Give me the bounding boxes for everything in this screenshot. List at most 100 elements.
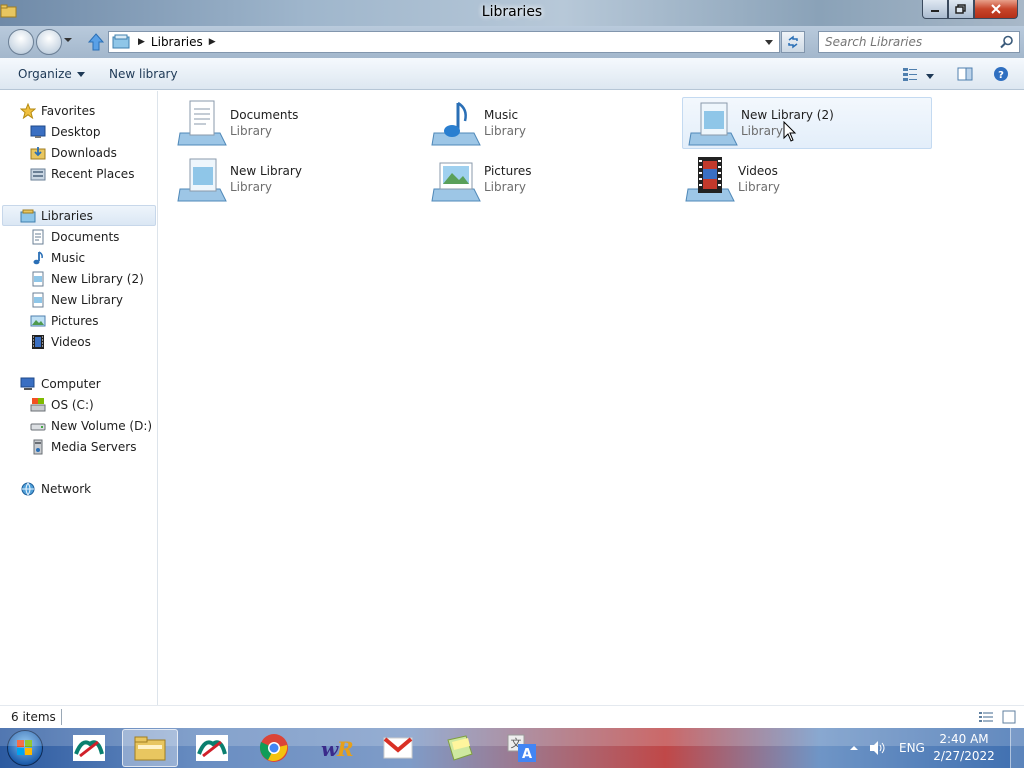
title-bar[interactable]: Libraries	[0, 0, 1024, 26]
nav-downloads-label: Downloads	[51, 145, 117, 160]
nav-music[interactable]: Music	[30, 247, 85, 268]
nav-new-library-label: New Library	[51, 292, 123, 307]
library-tile-music[interactable]: Music Library	[414, 97, 664, 149]
show-hidden-icons-button[interactable]	[849, 728, 859, 768]
search-box[interactable]	[818, 31, 1020, 53]
tile-name: New Library	[230, 164, 302, 178]
close-button[interactable]	[974, 0, 1018, 19]
nav-network-label: Network	[41, 481, 92, 496]
nav-new-library[interactable]: New Library	[30, 289, 123, 310]
back-button[interactable]	[8, 29, 34, 55]
nav-os-c[interactable]: OS (C:)	[30, 394, 94, 415]
address-bar[interactable]: ▶ Libraries ▶	[108, 31, 780, 53]
svg-text:?: ?	[998, 70, 1004, 81]
chrome-icon	[259, 734, 288, 762]
star-icon	[20, 102, 36, 119]
navigation-pane[interactable]: Favorites Desktop Downloads Recent Place…	[0, 91, 158, 705]
nav-new-volume-d-label: New Volume (D:)	[51, 418, 153, 433]
search-icon[interactable]	[1000, 35, 1014, 49]
nav-computer[interactable]: Computer	[20, 373, 101, 394]
nav-recent-places[interactable]: Recent Places	[30, 163, 134, 184]
music-library-icon	[431, 101, 481, 146]
nav-desktop[interactable]: Desktop	[30, 121, 101, 142]
taskbar-explorer[interactable]	[122, 729, 178, 767]
start-button[interactable]	[7, 730, 43, 766]
documents-library-icon	[177, 100, 227, 146]
library-tile-documents[interactable]: Documents Library	[160, 97, 410, 149]
nav-new-library-2-label: New Library (2)	[51, 271, 144, 286]
taskbar-ca-app-1[interactable]	[61, 729, 117, 767]
svg-text:R: R	[336, 737, 353, 761]
library-tile-pictures[interactable]: Pictures Library	[414, 153, 664, 205]
tile-name: Pictures	[484, 164, 532, 178]
status-bar: 6 items	[0, 705, 1024, 728]
videos-icon	[32, 334, 44, 349]
refresh-button[interactable]	[781, 31, 805, 53]
videos-library-icon	[685, 157, 735, 202]
breadcrumb-libraries[interactable]: Libraries	[151, 35, 203, 49]
downloads-icon	[30, 146, 46, 159]
clock[interactable]: 2:40 AM 2/27/2022	[932, 731, 996, 765]
nav-computer-label: Computer	[41, 376, 101, 391]
nav-videos[interactable]: Videos	[30, 331, 91, 352]
nav-recent-places-label: Recent Places	[51, 166, 135, 181]
command-bar: Organize New library ?	[0, 58, 1024, 90]
up-arrow-icon[interactable]	[86, 32, 106, 52]
window-controls	[922, 0, 1018, 19]
forward-button[interactable]	[36, 29, 62, 55]
nav-os-c-label: OS (C:)	[51, 397, 94, 412]
address-dropdown[interactable]	[765, 40, 773, 45]
tile-name: Documents	[230, 108, 299, 122]
ca-icon	[196, 735, 228, 761]
library-tile-videos[interactable]: Videos Library	[668, 153, 918, 205]
nav-pictures[interactable]: Pictures	[30, 310, 99, 331]
taskbar-translate[interactable]: 文A	[494, 729, 550, 767]
nav-media-servers-label: Media Servers	[51, 439, 137, 454]
large-icons-view-icon[interactable]	[1002, 710, 1016, 724]
desktop-icon	[30, 125, 46, 138]
clock-time: 2:40 AM	[939, 732, 989, 746]
ca-icon	[73, 735, 105, 761]
help-icon[interactable]: ?	[993, 66, 1009, 82]
nav-downloads[interactable]: Downloads	[30, 142, 117, 163]
drive-icon	[30, 423, 46, 430]
nav-favorites[interactable]: Favorites	[20, 100, 95, 121]
maximize-button[interactable]	[948, 0, 974, 19]
breadcrumb-arrow-icon[interactable]: ▶	[138, 37, 145, 47]
content-pane[interactable]: Documents Library Music Library New Libr…	[159, 91, 1024, 705]
nav-pictures-label: Pictures	[51, 313, 99, 328]
preview-pane-icon[interactable]	[957, 66, 973, 82]
nav-new-library-2[interactable]: New Library (2)	[30, 268, 144, 289]
breadcrumb-arrow-icon[interactable]: ▶	[209, 37, 216, 47]
library-tile-new-library-2[interactable]: New Library (2) Library	[682, 97, 932, 149]
nav-network[interactable]: Network	[20, 478, 91, 499]
language-indicator[interactable]: ENG	[899, 728, 925, 768]
minimize-button[interactable]	[922, 0, 948, 19]
nav-favorites-label: Favorites	[41, 103, 96, 118]
change-view-icon[interactable]	[902, 66, 918, 82]
new-library-button[interactable]: New library	[109, 67, 178, 81]
translate-icon: 文A	[507, 734, 536, 762]
view-options-dropdown[interactable]	[926, 69, 934, 83]
organize-button[interactable]: Organize	[18, 67, 85, 81]
library-icon	[688, 102, 738, 146]
libraries-icon	[112, 34, 130, 49]
nav-documents[interactable]: Documents	[30, 226, 119, 247]
nav-media-servers[interactable]: Media Servers	[30, 436, 136, 457]
notes-icon	[447, 735, 473, 761]
nav-libraries[interactable]: Libraries	[2, 205, 156, 226]
taskbar-chrome[interactable]	[246, 729, 302, 767]
taskbar-gmail[interactable]	[370, 729, 426, 767]
taskbar-winrar[interactable]: wR	[308, 729, 364, 767]
taskbar-ca-app-2[interactable]	[184, 729, 240, 767]
drive-icon	[30, 397, 46, 411]
show-desktop-button[interactable]	[1010, 728, 1024, 768]
volume-button[interactable]	[868, 728, 886, 768]
search-input[interactable]	[819, 32, 989, 52]
tile-type: Library	[230, 124, 272, 138]
nav-new-volume-d[interactable]: New Volume (D:)	[30, 415, 152, 436]
taskbar-notes[interactable]	[432, 729, 488, 767]
recent-pages-dropdown[interactable]	[64, 38, 72, 42]
details-view-icon[interactable]	[978, 710, 994, 724]
library-tile-new-library[interactable]: New Library Library	[160, 153, 410, 205]
